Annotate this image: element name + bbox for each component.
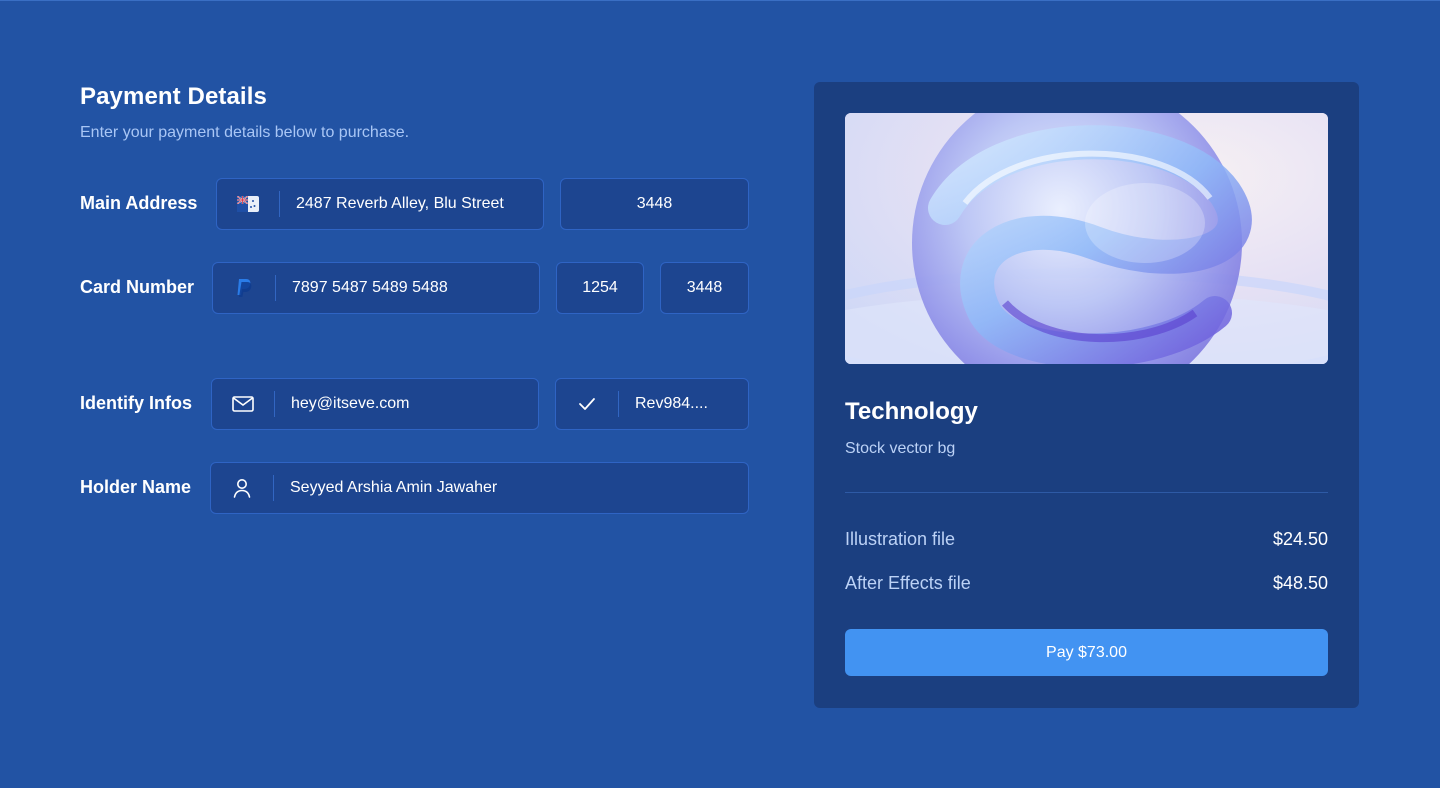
card-number-field[interactable]: 7897 5487 5489 5488 — [212, 262, 540, 314]
identify-infos-label: Identify Infos — [80, 393, 192, 413]
line-item: Illustration file $24.50 — [845, 529, 1328, 550]
holder-name-field[interactable]: Seyyed Arshia Amin Jawaher — [210, 462, 749, 514]
verification-code-field[interactable]: Rev984.... — [555, 378, 749, 430]
paypal-icon — [213, 263, 275, 313]
expiry-value: 1254 — [582, 279, 618, 296]
cvc-field[interactable]: 3448 — [660, 262, 749, 314]
postal-code-field[interactable]: 3448 — [560, 178, 749, 230]
product-subtitle: Stock vector bg — [845, 440, 956, 457]
product-title: Technology — [845, 398, 978, 425]
address-value: 2487 Reverb Alley, Blu Street — [296, 195, 504, 212]
line-item-price: $48.50 — [1272, 573, 1328, 593]
card-number-value: 7897 5487 5489 5488 — [292, 279, 448, 296]
payment-page: Payment Details Enter your payment detai… — [0, 0, 1440, 788]
holder-name-value: Seyyed Arshia Amin Jawaher — [290, 479, 498, 496]
email-field[interactable]: hey@itseve.com — [211, 378, 539, 430]
expiry-field[interactable]: 1254 — [556, 262, 644, 314]
mail-icon — [212, 379, 274, 429]
address-field[interactable]: 2487 Reverb Alley, Blu Street — [216, 178, 544, 230]
user-icon — [211, 463, 273, 513]
line-item: After Effects file $48.50 — [845, 573, 1328, 594]
product-image — [845, 113, 1328, 364]
cvc-value: 3448 — [686, 279, 723, 296]
summary-divider — [845, 492, 1328, 493]
verification-code-value: Rev984.... — [635, 395, 708, 412]
main-address-label: Main Address — [80, 193, 198, 213]
card-number-label: Card Number — [80, 277, 195, 297]
postal-code-value: 3448 — [636, 195, 673, 212]
line-item-price: $24.50 — [1272, 529, 1328, 549]
holder-name-label: Holder Name — [80, 477, 192, 497]
page-title: Payment Details — [80, 83, 267, 110]
email-value: hey@itseve.com — [291, 395, 410, 412]
line-item-name: After Effects file — [845, 573, 971, 593]
pay-button[interactable]: Pay $73.00 — [845, 629, 1328, 676]
check-icon — [556, 379, 618, 429]
order-summary-card: Technology Stock vector bg Illustration … — [814, 82, 1359, 708]
flag-icon — [217, 179, 279, 229]
line-item-name: Illustration file — [845, 529, 956, 549]
page-subtitle: Enter your payment details below to purc… — [80, 124, 410, 141]
